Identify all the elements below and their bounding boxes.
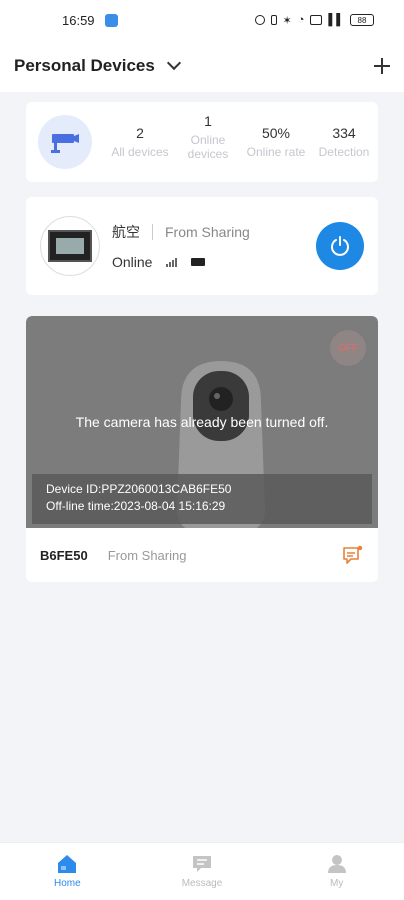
alarm-icon [254,15,265,25]
stat-value: 334 [332,125,356,141]
stat-detection[interactable]: 334 Detection [310,125,378,159]
tab-message[interactable]: Message [135,843,270,900]
home-icon [58,855,77,873]
user-icon [327,855,346,873]
hd-icon [310,15,323,25]
status-time: 16:59 [62,12,95,28]
power-button[interactable] [316,222,364,270]
device-group-selector[interactable]: Personal Devices [14,55,181,76]
message-icon [193,856,211,872]
wifi-icon: ◔ [297,14,305,26]
cell-signal-icon: ▌▌ [328,14,344,26]
device-source: From Sharing [165,224,250,240]
stat-online-rate: 50% Online rate [242,125,310,159]
battery-icon: 88 [350,14,374,26]
stat-label: Online rate [246,145,306,159]
app-notification-icon [104,13,118,27]
camera-footer: B6FE50 From Sharing [26,528,378,582]
chevron-down-icon [166,55,181,71]
stat-value: 50% [261,125,291,141]
bluetooth-icon: ✶ [282,14,292,27]
tab-home[interactable]: Home [0,843,135,900]
signal-strength-icon [166,257,178,267]
stat-value: 2 [136,125,144,141]
stat-label: Online devices [187,133,229,161]
vibrate-icon [270,15,277,25]
device-summary-card: 2 All devices 1 Online devices 50% Onlin… [26,102,378,182]
power-icon [331,236,349,256]
device-name: 航空 [112,224,140,240]
camera-source: From Sharing [107,547,187,563]
device-id: Device ID:PPZ2060013CAB6FE50 [46,482,232,496]
stat-online-devices: 1 Online devices [174,113,242,161]
stat-all-devices: 2 All devices [106,125,174,159]
page-title: Personal Devices [14,56,155,75]
tab-label: Message [181,878,223,889]
stat-value: 1 [204,113,212,129]
offline-time: Off-line time:2023-08-04 15:16:29 [46,499,226,513]
tab-label: Home [53,878,81,889]
tab-label: My [330,878,344,889]
camera-card[interactable]: OFF The camera has already been turned o… [26,316,378,582]
camera-info-overlay: Device ID:PPZ2060013CAB6FE50 Off-line ti… [32,474,372,524]
divider [152,224,153,240]
camera-name: B6FE50 [40,547,88,563]
bottom-tab-bar: Home Message My [0,842,404,900]
camera-off-toggle[interactable]: OFF [330,330,366,366]
status-bar: 16:59 ✶ ◔ ▌▌ 88 [0,0,404,40]
message-alert-icon[interactable] [342,545,364,565]
camera-off-message: The camera has already been turned off. [75,414,329,430]
tab-my[interactable]: My [269,843,404,900]
device-status: Online [112,254,153,270]
photo-frame-device-thumbnail [40,216,100,276]
page-header: Personal Devices [0,40,404,92]
cctv-camera-icon [38,115,92,169]
camera-preview[interactable]: OFF The camera has already been turned o… [26,316,378,528]
stat-label: All devices [111,145,169,159]
stat-label: Detection [318,145,370,159]
add-device-icon[interactable] [374,58,390,74]
sd-card-icon [191,258,206,266]
device-card[interactable]: 航空 From Sharing Online [26,197,378,295]
